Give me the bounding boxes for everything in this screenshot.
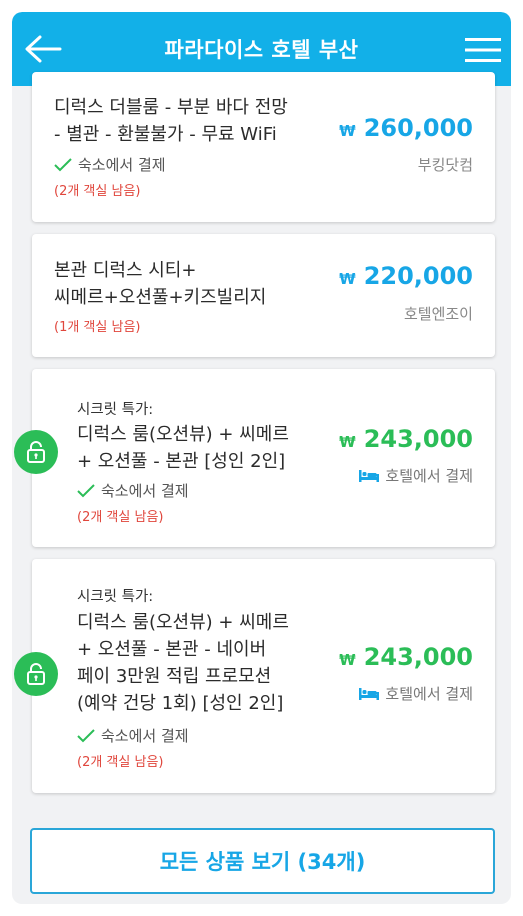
pay-at-property: 숙소에서 결제	[77, 480, 189, 501]
room-name-line: + 오션풀 - 본관 [성인 2인]	[77, 451, 286, 472]
bed-icon	[359, 469, 380, 482]
price-value: 243,000	[363, 643, 473, 671]
menu-button[interactable]	[465, 36, 501, 64]
unlock-icon	[27, 441, 45, 463]
back-arrow-icon	[25, 35, 62, 63]
room-price: ₩ 243,000	[339, 643, 473, 671]
price-value: 260,000	[363, 114, 473, 142]
room-name-line: - 별관 - 환불불가 - 무료 WiFi	[54, 124, 277, 145]
room-name-line: 디럭스 더블룸 - 부분 바다 전망	[54, 97, 288, 118]
app-frame: 파라다이스 호텔 부산 디럭스 더블룸 - 부분 바다 전망 - 별관 - 환불…	[12, 12, 511, 904]
currency-symbol: ₩	[339, 433, 356, 451]
pay-at-hotel-label: 호텔에서 결제	[385, 467, 473, 485]
rooms-left-notice: (1개 객실 남음)	[54, 320, 141, 335]
booking-vendor: 부킹닷컴	[417, 156, 473, 174]
check-icon	[54, 157, 72, 171]
pay-at-hotel: 호텔에서 결제	[359, 683, 473, 704]
currency-symbol: ₩	[339, 651, 356, 669]
price-value: 243,000	[363, 425, 473, 453]
pay-at-property: 숙소에서 결제	[77, 725, 189, 746]
room-name-line: 디럭스 룸(오션뷰) + 씨메르	[77, 612, 289, 633]
currency-symbol: ₩	[339, 270, 356, 288]
room-name-line: 본관 디럭스 시티+	[54, 260, 197, 281]
secret-deal-label: 시크릿 특가:	[77, 589, 154, 605]
room-name-line: (예약 건당 1회) [성인 2인]	[77, 693, 284, 714]
pay-at-property-label: 숙소에서 결제	[101, 727, 189, 745]
pay-at-property-label: 숙소에서 결제	[78, 156, 166, 174]
room-name-line: + 오션풀 - 본관 - 네이버	[77, 639, 267, 660]
page-title: 파라다이스 호텔 부산	[164, 38, 359, 62]
room-name-line: 페이 3만원 적립 프로모션	[77, 666, 272, 687]
secret-deal-label: 시크릿 특가:	[77, 402, 154, 418]
room-offer-card[interactable]: 시크릿 특가: 디럭스 룸(오션뷰) + 씨메르 + 오션풀 - 본관 [성인 …	[32, 369, 495, 547]
view-all-products-button[interactable]: 모든 상품 보기 (34개)	[30, 828, 495, 894]
room-price: ₩ 243,000	[339, 425, 473, 453]
room-name-line: 씨메르+오션풀+키즈빌리지	[54, 287, 267, 308]
room-offer-card[interactable]: 본관 디럭스 시티+ 씨메르+오션풀+키즈빌리지 (1개 객실 남음) ₩ 22…	[32, 234, 495, 357]
room-price: ₩ 260,000	[339, 114, 473, 142]
rooms-left-notice: (2개 객실 남음)	[77, 510, 164, 525]
room-name: 본관 디럭스 시티+ 씨메르+오션풀+키즈빌리지	[54, 257, 266, 311]
back-button[interactable]	[24, 34, 62, 64]
currency-symbol: ₩	[339, 122, 356, 140]
room-price: ₩ 220,000	[339, 262, 473, 290]
room-offer-card[interactable]: 시크릿 특가: 디럭스 룸(오션뷰) + 씨메르 + 오션풀 - 본관 - 네이…	[32, 559, 495, 793]
unlock-icon	[27, 663, 45, 685]
hamburger-menu-icon	[465, 38, 501, 62]
check-icon	[77, 728, 95, 742]
rooms-left-notice: (2개 객실 남음)	[54, 184, 141, 199]
room-name-line: 디럭스 룸(오션뷰) + 씨메르	[77, 424, 289, 445]
check-icon	[77, 483, 95, 497]
room-name: 디럭스 룸(오션뷰) + 씨메르 + 오션풀 - 본관 [성인 2인]	[77, 421, 289, 475]
pay-at-hotel: 호텔에서 결제	[359, 465, 473, 486]
room-name: 디럭스 룸(오션뷰) + 씨메르 + 오션풀 - 본관 - 네이버 페이 3만원…	[77, 609, 289, 717]
rooms-left-notice: (2개 객실 남음)	[77, 755, 164, 770]
secret-deal-badge	[14, 652, 58, 696]
bed-icon	[359, 687, 380, 700]
room-offer-card[interactable]: 디럭스 더블룸 - 부분 바다 전망 - 별관 - 환불불가 - 무료 WiFi…	[32, 72, 495, 222]
pay-at-property-label: 숙소에서 결제	[101, 482, 189, 500]
room-name: 디럭스 더블룸 - 부분 바다 전망 - 별관 - 환불불가 - 무료 WiFi	[54, 94, 288, 148]
booking-vendor: 호텔엔조이	[403, 305, 473, 323]
pay-at-hotel-label: 호텔에서 결제	[385, 685, 473, 703]
pay-at-property: 숙소에서 결제	[54, 154, 166, 175]
price-value: 220,000	[363, 262, 473, 290]
secret-deal-badge	[14, 430, 58, 474]
